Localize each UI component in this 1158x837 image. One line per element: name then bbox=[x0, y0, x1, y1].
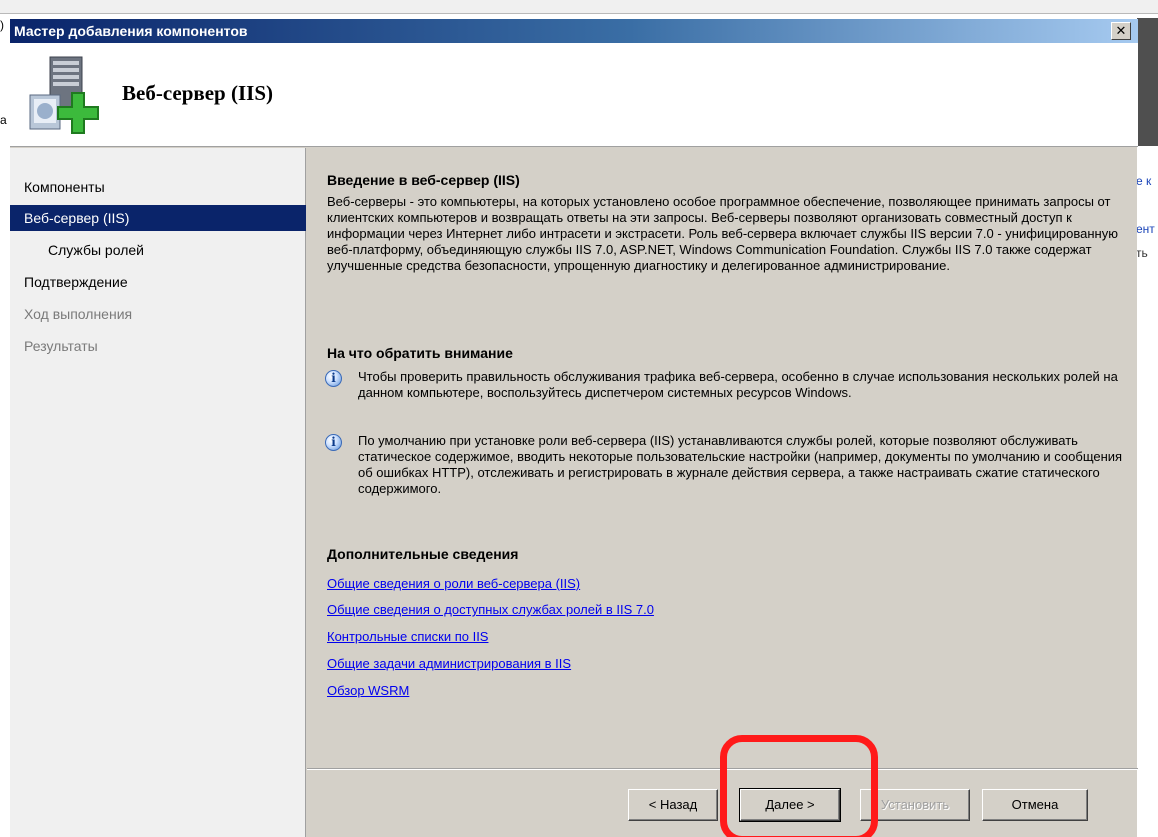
more-info-heading: Дополнительные сведения bbox=[327, 546, 519, 562]
step-confirmation[interactable]: Подтверждение bbox=[10, 269, 306, 295]
link-wsrm-overview[interactable]: Обзор WSRM bbox=[327, 683, 409, 698]
add-features-wizard-dialog: Мастер добавления компонентов ✕ Веб-серв… bbox=[9, 18, 1138, 837]
background-glyph: а bbox=[0, 113, 7, 127]
notes-heading: На что обратить внимание bbox=[327, 345, 513, 361]
step-results: Результаты bbox=[24, 338, 98, 354]
info-icon: i bbox=[325, 370, 342, 387]
cancel-button[interactable]: Отмена bbox=[982, 789, 1088, 821]
step-progress: Ход выполнения bbox=[24, 306, 133, 322]
page-title: Веб-сервер (IIS) bbox=[122, 81, 273, 105]
background-link[interactable]: ент bbox=[1136, 222, 1158, 236]
background-text: ть bbox=[1136, 246, 1148, 260]
note-text: Чтобы проверить правильность обслуживани… bbox=[358, 369, 1118, 400]
server-add-icon bbox=[29, 56, 99, 134]
intro-text: Веб-серверы - это компьютеры, на которых… bbox=[327, 194, 1118, 273]
note-text: По умолчанию при установке роли веб-серв… bbox=[358, 433, 1123, 496]
step-components[interactable]: Компоненты bbox=[10, 174, 306, 200]
link-iis-checklists[interactable]: Контрольные списки по IIS bbox=[327, 629, 488, 644]
wizard-content: Введение в веб-сервер (IIS) Веб-серверы … bbox=[307, 148, 1138, 768]
link-iis-role-services[interactable]: Общие сведения о доступных службах ролей… bbox=[327, 602, 654, 617]
background-title-strip bbox=[0, 0, 1158, 14]
title-bar[interactable]: Мастер добавления компонентов ✕ bbox=[10, 19, 1138, 43]
step-web-server-iis[interactable]: Веб-сервер (IIS) bbox=[10, 205, 306, 231]
intro-heading: Введение в веб-сервер (IIS) bbox=[327, 172, 520, 188]
background-right-bar bbox=[1136, 18, 1158, 146]
background-link[interactable]: е к bbox=[1136, 174, 1158, 188]
link-iis-overview[interactable]: Общие сведения о роли веб-сервера (IIS) bbox=[327, 576, 580, 591]
wizard-header: Веб-сервер (IIS) bbox=[10, 43, 1138, 147]
wizard-steps-sidebar: Компоненты Веб-сервер (IIS) Службы ролей… bbox=[10, 148, 306, 837]
step-role-services[interactable]: Службы ролей bbox=[10, 237, 306, 263]
background-glyph: ) bbox=[0, 18, 4, 32]
note-item: i Чтобы проверить правильность обслужива… bbox=[325, 369, 1125, 433]
link-iis-admin-tasks[interactable]: Общие задачи администрирования в IIS bbox=[327, 656, 571, 671]
close-icon: ✕ bbox=[1115, 23, 1127, 38]
close-button[interactable]: ✕ bbox=[1111, 22, 1131, 40]
next-button-highlight bbox=[720, 735, 878, 837]
window-title: Мастер добавления компонентов bbox=[14, 23, 248, 39]
note-item: i По умолчанию при установке роли веб-се… bbox=[325, 433, 1125, 533]
info-icon: i bbox=[325, 434, 342, 451]
back-button[interactable]: < Назад bbox=[628, 789, 718, 821]
